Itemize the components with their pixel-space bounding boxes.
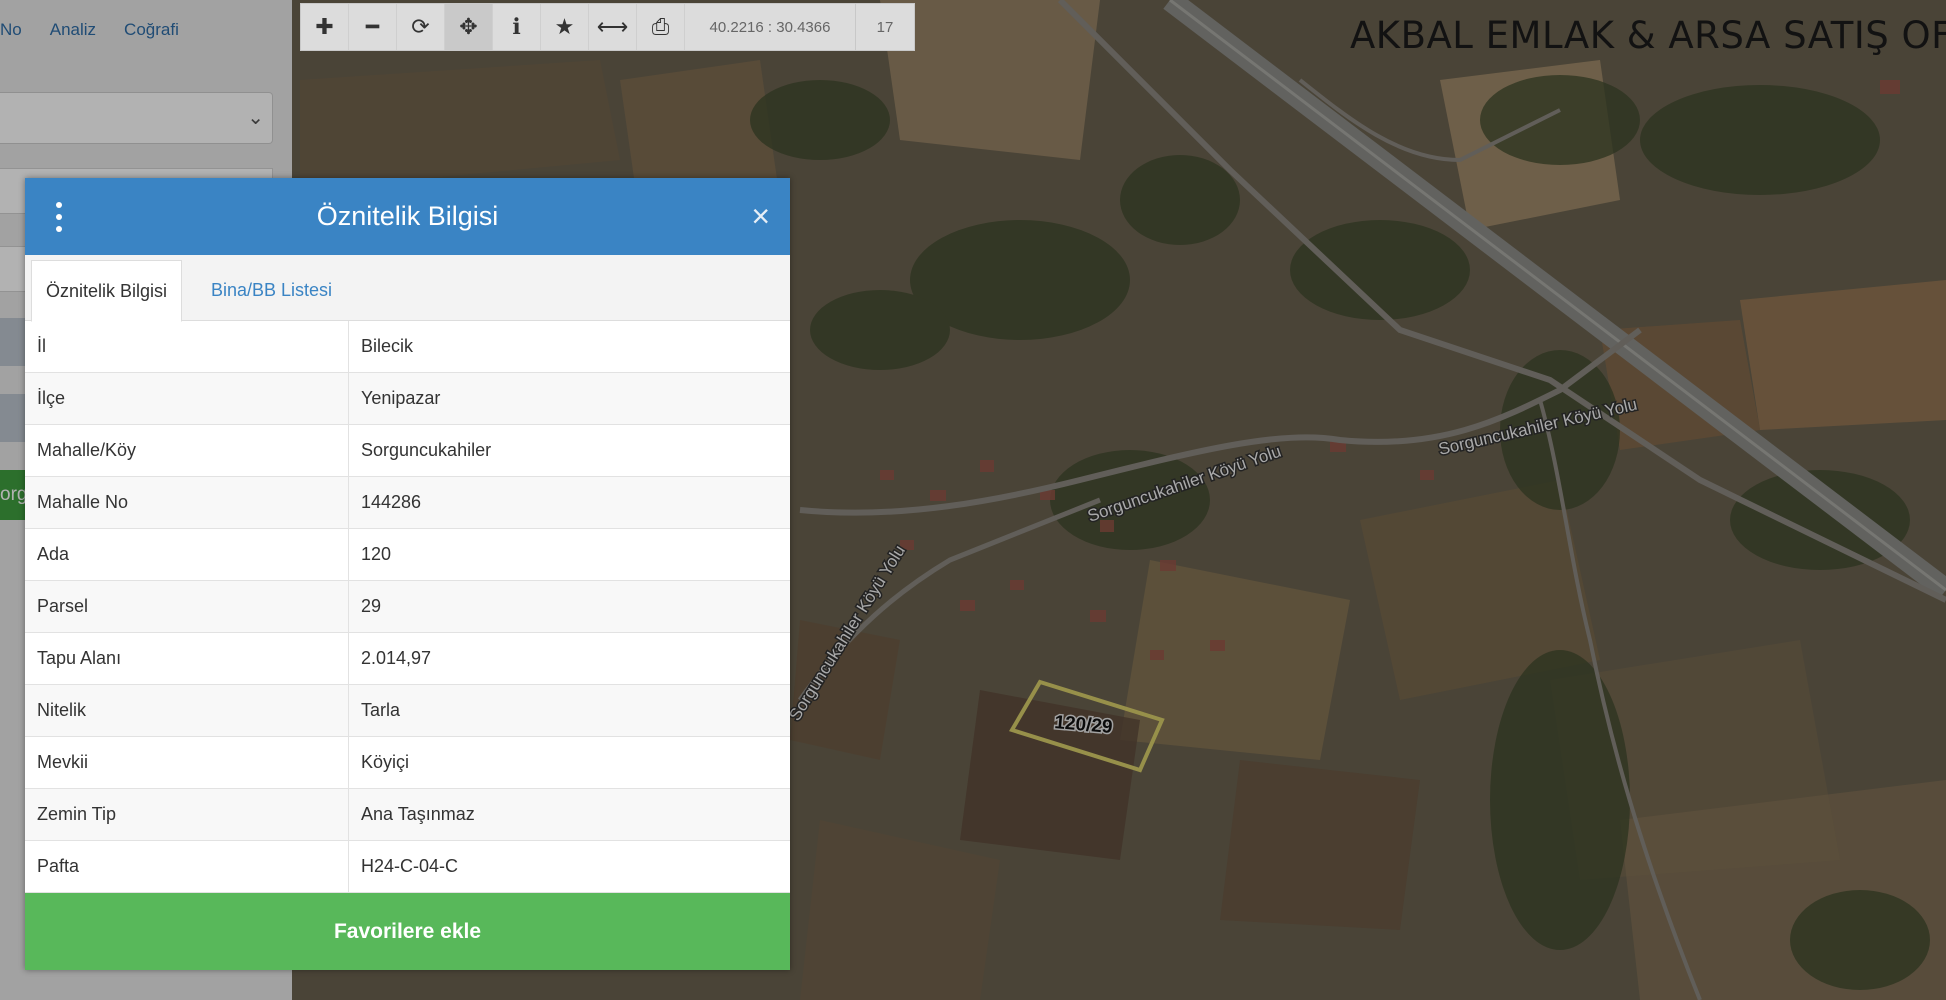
attribute-key: Ada [25,528,349,581]
table-row: Zemin Tip Ana Taşınmaz [25,788,790,841]
attribute-key: Zemin Tip [25,788,349,841]
attribute-value: Yenipazar [348,372,790,425]
attribute-value: Tarla [348,684,790,737]
attribute-value: 29 [348,580,790,633]
zoom-out-button[interactable]: ━ [349,4,397,50]
table-row: İl Bilecik [25,321,790,373]
minus-icon: ━ [365,14,380,39]
attribute-key: Mahalle No [25,476,349,529]
plus-icon: ✚ [315,14,334,39]
attribute-key: Nitelik [25,684,349,737]
modal-title: Öznitelik Bilgisi [316,201,499,231]
modal-tabs: Öznitelik Bilgisi Bina/BB Listesi [25,255,790,322]
attribute-value: Köyiçi [348,736,790,789]
print-button[interactable]: ⎙ [637,4,685,50]
close-icon[interactable]: × [751,198,770,234]
table-row: Tapu Alanı 2.014,97 [25,632,790,685]
table-row: Ada 120 [25,528,790,581]
attribute-value: 120 [348,528,790,581]
table-row: Parsel 29 [25,580,790,633]
star-icon: ★ [554,14,575,39]
attribute-value: Bilecik [348,321,790,373]
info-button[interactable]: ℹ [493,4,541,50]
attribute-key: Tapu Alanı [25,632,349,685]
attribute-key: Parsel [25,580,349,633]
measure-icon: ⟷ [596,14,629,39]
table-row: Nitelik Tarla [25,684,790,737]
table-row: Mahalle No 144286 [25,476,790,529]
zoom-level: 17 [876,18,894,36]
move-icon: ✥ [459,14,478,39]
tab-attribute-info[interactable]: Öznitelik Bilgisi [31,260,183,322]
attribute-value: Ana Taşınmaz [348,788,790,841]
attribute-key: Mahalle/Köy [25,424,349,477]
measure-button[interactable]: ⟷ [589,4,637,50]
map-toolbar: ✚ ━ ⟳ ✥ ℹ ★ ⟷ ⎙ 40.2216 : 30.4366 17 [300,3,915,51]
attribute-value: H24-C-04-C [348,840,790,893]
table-row: Mevkii Köyiçi [25,736,790,789]
attribute-info-modal: Öznitelik Bilgisi × Öznitelik Bilgisi Bi… [25,178,790,970]
table-row: Pafta H24-C-04-C [25,840,790,893]
modal-header: Öznitelik Bilgisi × [25,178,790,255]
attribute-value: 144286 [348,476,790,529]
print-icon: ⎙ [651,14,670,39]
pan-button[interactable]: ✥ [445,4,493,50]
coordinate-readout: 40.2216 : 30.4366 [685,4,856,50]
attribute-value: 2.014,97 [348,632,790,685]
zoom-in-button[interactable]: ✚ [301,4,349,50]
attribute-key: Mevkii [25,736,349,789]
attribute-key: Pafta [25,840,349,893]
info-icon: ℹ [512,14,521,39]
table-row: İlçe Yenipazar [25,372,790,425]
add-to-favorites-button[interactable]: Favorilere ekle [25,893,790,970]
attribute-value: Sorguncukahiler [348,424,790,477]
attribute-key: İl [25,321,349,373]
table-row: Mahalle/Köy Sorguncukahiler [25,424,790,477]
attribute-key: İlçe [25,372,349,425]
refresh-button[interactable]: ⟳ [397,4,445,50]
favorite-button[interactable]: ★ [541,4,589,50]
tab-building-list[interactable]: Bina/BB Listesi [197,260,346,320]
refresh-icon: ⟳ [411,14,430,39]
attribute-table: İl Bilecik İlçe Yenipazar Mahalle/Köy Sorgunc… [25,321,790,893]
